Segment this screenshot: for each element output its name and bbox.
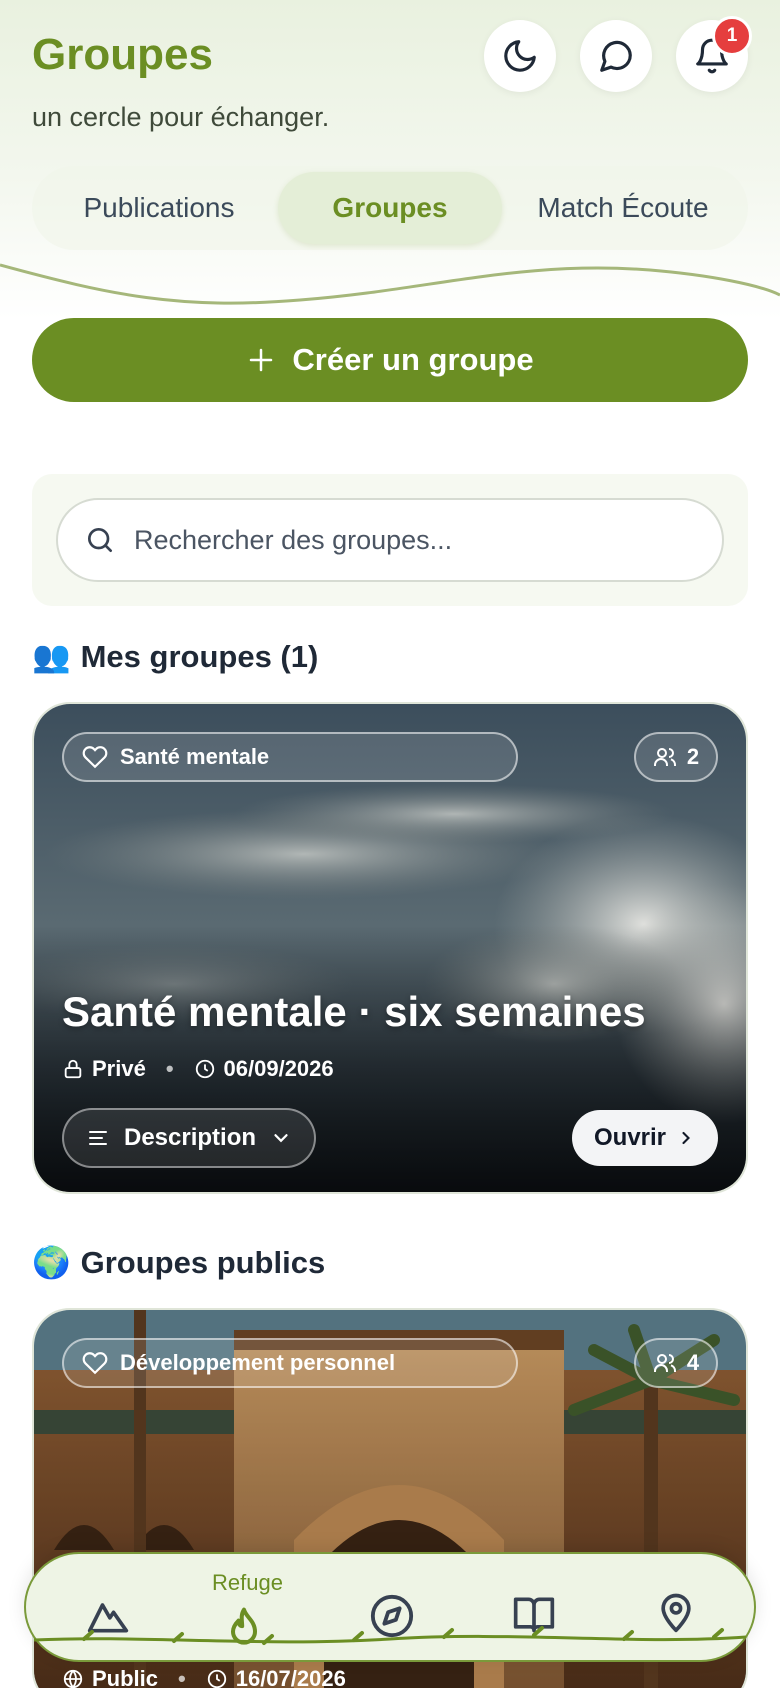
my-groups-title: Mes groupes (1) — [80, 638, 319, 674]
category-chip: Santé mentale — [62, 732, 518, 782]
create-group-label: Créer un groupe — [292, 342, 534, 377]
chevron-down-icon — [274, 1134, 288, 1143]
meta-separator: • — [165, 1056, 174, 1081]
moon-icon — [504, 40, 536, 72]
search-field[interactable] — [56, 498, 724, 582]
heart-icon — [82, 746, 108, 769]
people-emoji-icon: 👥 — [32, 639, 71, 674]
page-subtitle: un cercle pour échanger. — [32, 102, 330, 132]
members-chip: 2 — [634, 732, 718, 782]
search-panel — [32, 474, 748, 606]
group-card[interactable]: Santé mentale 2 Santé mentale · six sema… — [32, 702, 748, 1194]
group-date: 06/09/2026 — [223, 1056, 334, 1081]
description-toggle-button[interactable]: Description — [62, 1108, 316, 1168]
heart-icon — [82, 1352, 108, 1375]
group-meta: Privé • 06/09/2026 — [62, 1056, 334, 1082]
category-chip: Développement personnel — [62, 1338, 518, 1388]
group-name: Santé mentale · six semaines — [62, 988, 646, 1035]
public-groups-heading: 🌍 Groupes publics — [32, 1244, 325, 1281]
page-title: Groupes — [32, 30, 213, 79]
globe-icon — [63, 1669, 83, 1688]
search-icon — [88, 528, 112, 552]
text-lines-icon — [89, 1131, 107, 1145]
tab-match-ecoute[interactable]: Match Écoute — [510, 172, 736, 244]
open-label: Ouvrir — [593, 1124, 667, 1151]
globe-emoji-icon: 🌍 — [32, 1245, 71, 1280]
header-wave — [0, 263, 780, 305]
users-icon — [653, 748, 676, 766]
nav-active-label: Refuge — [212, 1570, 283, 1595]
clock-icon — [195, 1059, 214, 1079]
create-group-button[interactable]: Créer un groupe — [32, 318, 748, 402]
group-date: 16/07/2026 — [235, 1666, 346, 1688]
chat-bubble-icon — [600, 40, 632, 72]
visibility-label: Public — [92, 1666, 159, 1688]
description-label: Description — [124, 1124, 257, 1151]
notification-badge: 1 — [712, 16, 752, 56]
tab-groupes[interactable]: Groupes — [278, 172, 502, 244]
clock-icon — [207, 1669, 226, 1688]
members-count: 2 — [686, 744, 700, 769]
plus-icon — [250, 348, 273, 372]
meta-separator: • — [178, 1666, 186, 1688]
members-chip: 4 — [634, 1338, 718, 1388]
vine-decoration — [33, 1626, 747, 1645]
dark-mode-button[interactable] — [484, 20, 556, 92]
public-groups-title: Groupes publics — [80, 1244, 326, 1280]
tab-bar: Publications Groupes Match Écoute — [32, 166, 748, 250]
chevron-right-icon — [682, 1131, 690, 1145]
my-groups-heading: 👥 Mes groupes (1) — [32, 638, 318, 675]
notifications-button[interactable]: 1 — [676, 16, 752, 92]
category-label: Développement personnel — [120, 1350, 396, 1375]
search-input[interactable] — [134, 524, 694, 556]
tab-publications[interactable]: Publications — [50, 172, 268, 244]
messages-button[interactable] — [580, 20, 652, 92]
members-count: 4 — [686, 1350, 700, 1375]
lock-icon — [64, 1059, 82, 1079]
users-icon — [653, 1354, 676, 1372]
group-meta: Public • 16/07/2026 — [62, 1666, 346, 1688]
category-label: Santé mentale — [120, 744, 270, 769]
open-group-button[interactable]: Ouvrir — [572, 1110, 718, 1166]
visibility-label: Privé — [92, 1056, 146, 1081]
